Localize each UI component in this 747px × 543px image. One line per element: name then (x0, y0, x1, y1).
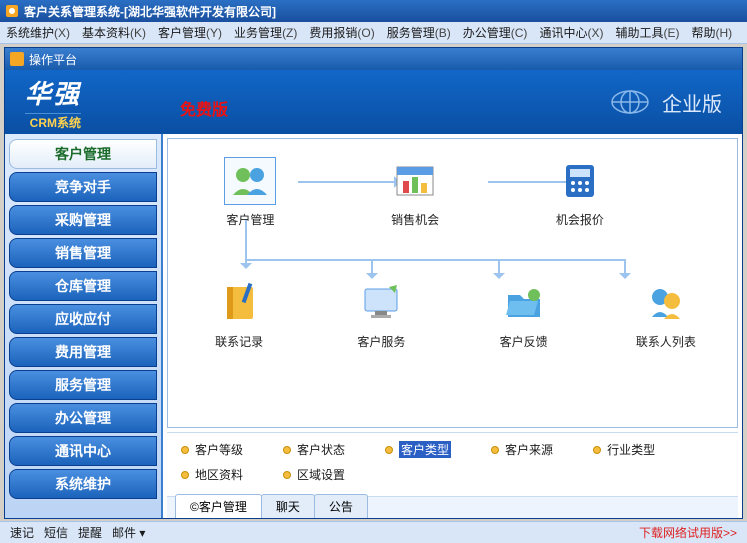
subwin-icon (9, 51, 25, 67)
folder-icon (498, 279, 550, 327)
sidebar-item-comm[interactable]: 通讯中心 (9, 436, 157, 466)
link-cust-level[interactable]: 客户等级 (181, 441, 243, 458)
flow-canvas: 客户管理 销售机会 机会报价 (167, 138, 738, 428)
sidebar-item-service[interactable]: 服务管理 (9, 370, 157, 400)
link-region-data[interactable]: 地区资料 (181, 466, 243, 483)
body-area: 客户管理 竞争对手 采购管理 销售管理 仓库管理 应收应付 费用管理 服务管理 … (5, 134, 742, 518)
sidebar-item-expense[interactable]: 费用管理 (9, 337, 157, 367)
app-title: 客户关系管理系统-[湖北华强软件开发有限公司] (24, 3, 276, 20)
edition-block: 企业版 (608, 88, 722, 117)
logo-main: 华强 (25, 74, 81, 111)
notebook-icon (213, 279, 265, 327)
tab-chat[interactable]: 聊天 (261, 494, 315, 518)
flow-quote[interactable]: 机会报价 (525, 157, 635, 228)
subwin-title-text: 操作平台 (29, 51, 77, 68)
monitor-icon (355, 279, 407, 327)
menu-basic[interactable]: 基本资料(K) (82, 24, 146, 41)
calculator-icon (554, 157, 606, 205)
menu-office[interactable]: 办公管理(C) (463, 24, 528, 41)
link-area-setting[interactable]: 区域设置 (283, 466, 345, 483)
arrow-icon (624, 259, 626, 277)
link-cust-source[interactable]: 客户来源 (491, 441, 553, 458)
logo-sub: CRM系统 (25, 113, 81, 131)
link-industry[interactable]: 行业类型 (593, 441, 655, 458)
bullet-icon (181, 471, 189, 479)
flow-sales-opportunity[interactable]: 销售机会 (360, 157, 470, 228)
flow-customer-mgmt[interactable]: 客户管理 (195, 157, 305, 228)
flow-contact-list[interactable]: 联系人列表 (611, 279, 721, 350)
sub-window: 操作平台 华强 CRM系统 免费版 企业版 客户管理 竞争对手 采购管理 销售管… (4, 47, 743, 519)
tab-customer[interactable]: ©客户管理 (175, 494, 262, 518)
globe-icon (608, 88, 652, 116)
menu-tools[interactable]: 辅助工具(E) (615, 24, 679, 41)
flow-contact-log[interactable]: 联系记录 (184, 279, 294, 350)
tab-strip: ©客户管理 聊天 公告 (167, 496, 738, 518)
sidebar-item-stock[interactable]: 仓库管理 (9, 271, 157, 301)
link-tray: 客户等级 客户状态 客户类型 客户来源 行业类型 地区资料 区域设置 (167, 432, 738, 492)
tab-notice[interactable]: 公告 (314, 494, 368, 518)
download-trial-link[interactable]: 下载网络试用版>> (639, 524, 737, 541)
sidebar-item-competitor[interactable]: 竞争对手 (9, 172, 157, 202)
edition-text: 企业版 (662, 88, 722, 117)
menu-comm[interactable]: 通讯中心(X) (539, 24, 603, 41)
sidebar: 客户管理 竞争对手 采购管理 销售管理 仓库管理 应收应付 费用管理 服务管理 … (5, 134, 161, 518)
contacts-icon (640, 279, 692, 327)
header-banner: 华强 CRM系统 免费版 企业版 (5, 70, 742, 134)
status-quicknote[interactable]: 速记 (10, 524, 34, 541)
status-remind[interactable]: 提醒 (78, 524, 102, 541)
subwin-titlebar: 操作平台 (5, 48, 742, 70)
people-icon (224, 157, 276, 205)
menu-business[interactable]: 业务管理(Z) (234, 24, 297, 41)
sidebar-item-office[interactable]: 办公管理 (9, 403, 157, 433)
bullet-icon (593, 446, 601, 454)
sidebar-item-sales[interactable]: 销售管理 (9, 238, 157, 268)
status-mail[interactable]: 邮件 ▾ (112, 524, 145, 541)
flow-customer-feedback[interactable]: 客户反馈 (469, 279, 579, 350)
menu-help[interactable]: 帮助(H) (691, 24, 732, 41)
connector-line (245, 259, 625, 261)
status-sms[interactable]: 短信 (44, 524, 68, 541)
bullet-icon (491, 446, 499, 454)
sidebar-item-arap[interactable]: 应收应付 (9, 304, 157, 334)
menu-service[interactable]: 服务管理(B) (387, 24, 451, 41)
arrow-icon (371, 259, 373, 277)
arrow-icon (498, 259, 500, 277)
bullet-icon (385, 446, 393, 454)
bullet-icon (283, 471, 291, 479)
bullet-icon (181, 446, 189, 454)
app-titlebar: 客户关系管理系统-[湖北华强软件开发有限公司] (0, 0, 747, 22)
link-cust-status[interactable]: 客户状态 (283, 441, 345, 458)
menu-system[interactable]: 系统维护(X) (6, 24, 70, 41)
menu-customer[interactable]: 客户管理(Y) (158, 24, 222, 41)
menu-expense[interactable]: 费用报销(O) (309, 24, 374, 41)
logo: 华强 CRM系统 (25, 74, 81, 131)
chart-icon (389, 157, 441, 205)
main-panel: 客户管理 销售机会 机会报价 (161, 134, 742, 518)
menubar: 系统维护(X) 基本资料(K) 客户管理(Y) 业务管理(Z) 费用报销(O) … (0, 22, 747, 44)
status-left: 速记 短信 提醒 邮件 ▾ (10, 524, 145, 541)
free-tag: 免费版 (180, 96, 228, 120)
link-cust-type[interactable]: 客户类型 (385, 441, 451, 458)
sidebar-item-customer[interactable]: 客户管理 (9, 139, 157, 169)
sidebar-item-sysmaint[interactable]: 系统维护 (9, 469, 157, 499)
app-icon (4, 3, 20, 19)
flow-customer-service[interactable]: 客户服务 (326, 279, 436, 350)
bullet-icon (283, 446, 291, 454)
statusbar: 速记 短信 提醒 邮件 ▾ 下载网络试用版>> (0, 521, 747, 543)
sidebar-item-purchase[interactable]: 采购管理 (9, 205, 157, 235)
